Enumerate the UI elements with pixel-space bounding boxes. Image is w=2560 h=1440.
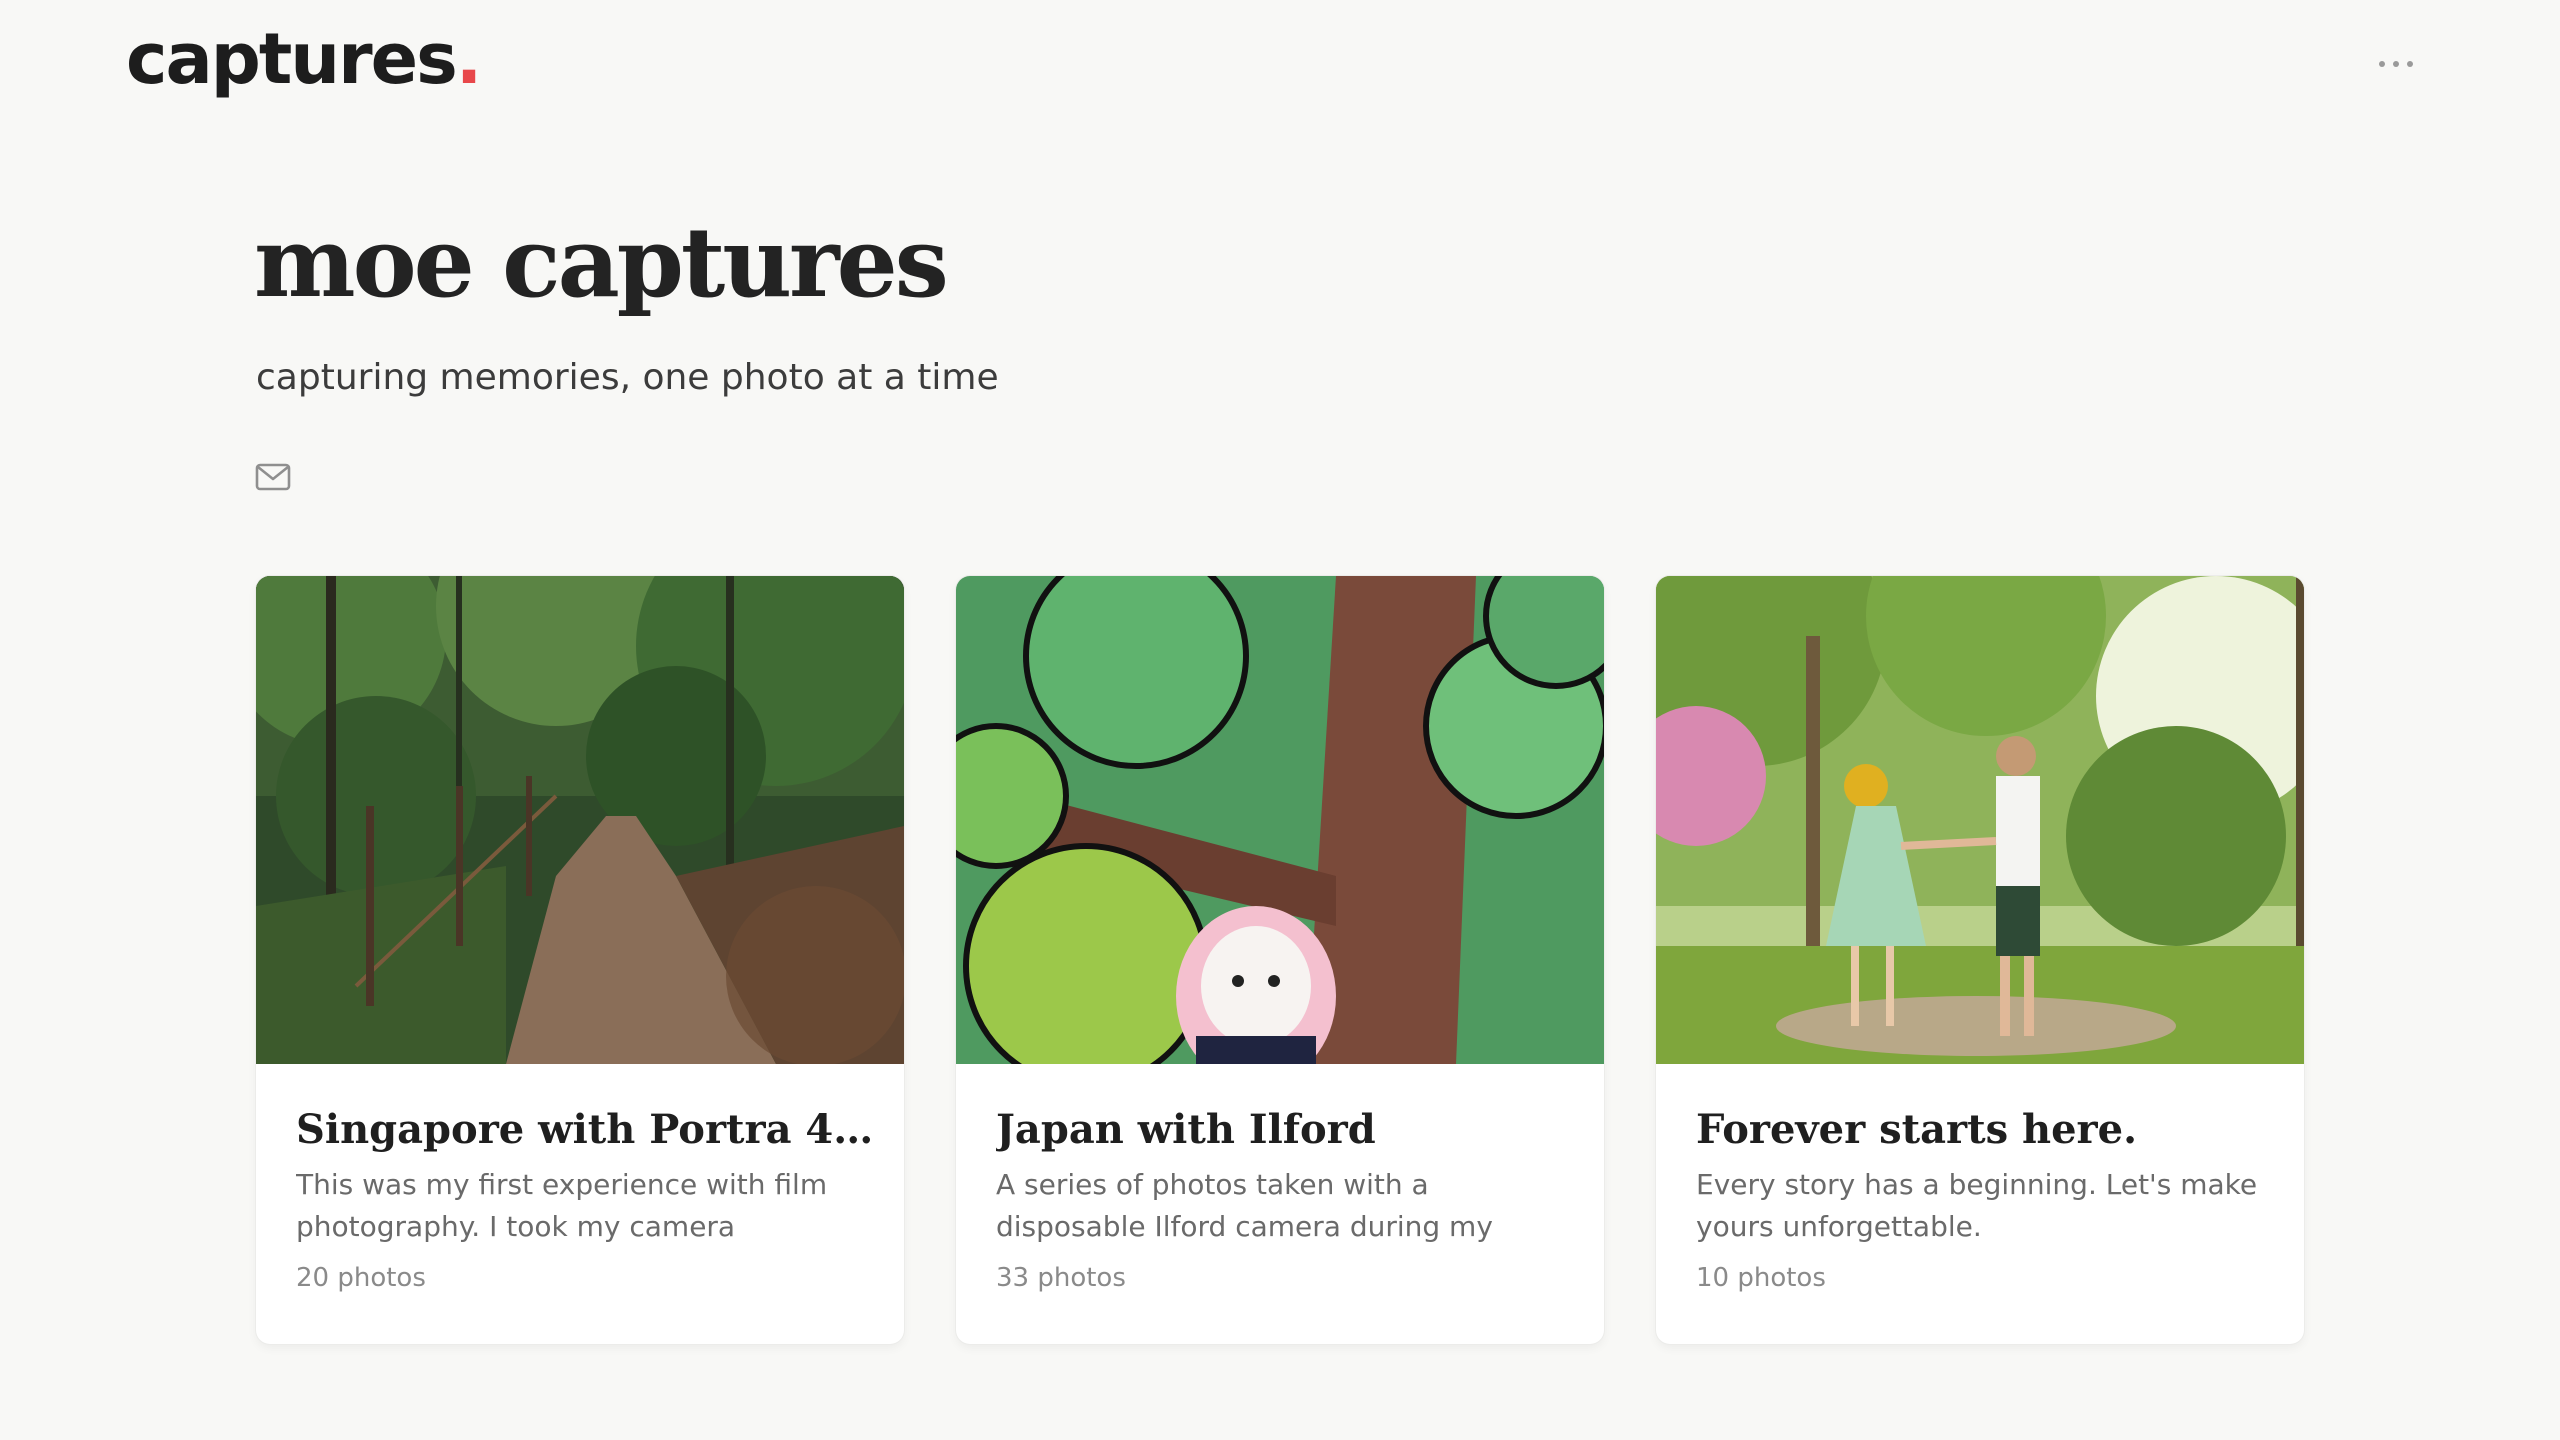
top-bar: captures.	[0, 0, 2560, 130]
page-title: moe captures	[254, 206, 949, 319]
album-card-forever[interactable]: Forever starts here. Every story has a b…	[1656, 576, 2304, 1344]
album-description: This was my first experience with film p…	[296, 1168, 828, 1243]
email-link[interactable]	[254, 458, 292, 496]
logo-text: captures	[126, 18, 458, 100]
site-logo[interactable]: captures.	[126, 14, 483, 104]
album-cover-forest-path-photo	[256, 576, 904, 1064]
page-tagline: capturing memories, one photo at a time	[256, 357, 999, 398]
album-grid: Singapore with Portra 400 This was my fi…	[256, 576, 2304, 1346]
more-horizontal-icon	[2379, 61, 2385, 67]
album-description: A series of photos taken with a disposab…	[996, 1168, 1493, 1243]
more-options-button[interactable]	[2370, 44, 2422, 84]
album-title: Japan with Ilford	[996, 1106, 1376, 1153]
more-horizontal-icon-dot	[2407, 61, 2413, 67]
album-description: Every story has a beginning. Let's make …	[1696, 1168, 2258, 1243]
album-card-singapore[interactable]: Singapore with Portra 400 This was my fi…	[256, 576, 904, 1344]
album-title: Forever starts here.	[1696, 1106, 2137, 1153]
logo-dot: .	[455, 18, 483, 100]
album-title: Singapore with Portra 400	[296, 1106, 876, 1153]
album-photo-count: 20 photos	[296, 1263, 426, 1293]
album-cover-mural-plush-photo	[956, 576, 1604, 1064]
mail-icon	[255, 463, 291, 491]
album-card-japan[interactable]: Japan with Ilford A series of photos tak…	[956, 576, 1604, 1344]
more-horizontal-icon-dot	[2393, 61, 2399, 67]
album-photo-count: 33 photos	[996, 1263, 1126, 1293]
album-photo-count: 10 photos	[1696, 1263, 1826, 1293]
album-cover-couple-park-photo	[1656, 576, 2304, 1064]
